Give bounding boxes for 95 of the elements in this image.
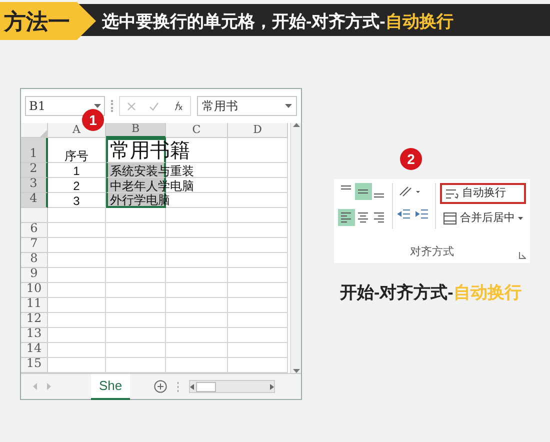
grid-cell[interactable]: [48, 238, 106, 253]
grid-cell[interactable]: [166, 283, 228, 298]
row-header[interactable]: 14: [21, 343, 48, 358]
grid-cell[interactable]: [48, 223, 106, 238]
grid-cell[interactable]: [166, 223, 228, 238]
grid-cell[interactable]: [106, 268, 166, 283]
grid-cell[interactable]: [48, 208, 106, 223]
banner-highlight: 自动换行: [385, 11, 454, 34]
cell-text: 2: [72, 180, 81, 192]
column-header[interactable]: D: [228, 123, 288, 138]
cancel-icon[interactable]: [126, 102, 136, 110]
caret-icon: [518, 217, 523, 220]
column-header[interactable]: B: [106, 123, 166, 138]
grid-cell[interactable]: [228, 178, 288, 193]
row-header[interactable]: 6: [21, 223, 48, 238]
grid-cell[interactable]: [106, 223, 166, 238]
grid-cell[interactable]: [166, 313, 228, 328]
row-header[interactable]: 15: [21, 358, 48, 373]
grid-cell[interactable]: [166, 238, 228, 253]
grid-cell[interactable]: [228, 253, 288, 268]
grid-cell[interactable]: [106, 343, 166, 358]
grid-cell[interactable]: [48, 268, 106, 283]
grid-cell[interactable]: [228, 343, 288, 358]
next-sheet-icon[interactable]: [47, 383, 51, 390]
grid-cell[interactable]: [228, 268, 288, 283]
grid-cell[interactable]: [228, 208, 288, 223]
column-header[interactable]: C: [166, 123, 228, 138]
row-header[interactable]: [21, 208, 48, 223]
cell-text: 3: [72, 195, 81, 207]
row-header[interactable]: 11: [21, 298, 48, 313]
grid-cell[interactable]: [228, 238, 288, 253]
horizontal-scrollbar[interactable]: [189, 380, 276, 393]
cell-text: 序号: [64, 150, 90, 162]
caption-highlight: 自动换行: [453, 282, 522, 304]
grid-cell[interactable]: [106, 298, 166, 313]
grid-cell[interactable]: [106, 238, 166, 253]
check-icon[interactable]: [148, 102, 159, 110]
align-left-icon[interactable]: [338, 209, 355, 226]
grip-icon: [177, 382, 180, 392]
row-header[interactable]: 4: [21, 193, 48, 208]
grid-cell[interactable]: [228, 298, 288, 313]
grid-cell[interactable]: [166, 253, 228, 268]
row-header[interactable]: 7: [21, 238, 48, 253]
grid-cell[interactable]: [106, 208, 166, 223]
grid-cell[interactable]: [48, 298, 106, 313]
sheet-tab[interactable]: She: [91, 374, 130, 400]
grid-cell[interactable]: [48, 328, 106, 343]
grid-cell[interactable]: [48, 283, 106, 298]
add-sheet-icon[interactable]: [154, 380, 168, 393]
grid-cell[interactable]: [228, 328, 288, 343]
merge-center-button[interactable]: 合并后居中: [440, 208, 526, 229]
grid-cell[interactable]: [106, 253, 166, 268]
row-header[interactable]: 8: [21, 253, 48, 268]
wrap-text-button[interactable]: 自动换行: [440, 183, 526, 204]
scroll-right-icon[interactable]: [270, 384, 274, 390]
formula-field[interactable]: 常用书: [197, 96, 297, 116]
grid-cell[interactable]: [48, 313, 106, 328]
grid-cell[interactable]: [228, 223, 288, 238]
grid-cell[interactable]: [166, 208, 228, 223]
grid-cell[interactable]: [166, 328, 228, 343]
grid-cell[interactable]: [48, 253, 106, 268]
vertical-scrollbar[interactable]: [290, 123, 301, 373]
grid-cell[interactable]: [228, 163, 288, 178]
grid-cell[interactable]: [228, 138, 288, 163]
grid-cell[interactable]: [106, 283, 166, 298]
scroll-up-icon[interactable]: [292, 123, 300, 127]
wrap-text-icon: [445, 188, 459, 200]
step-badge: 2: [400, 148, 422, 170]
row-header[interactable]: 12: [21, 313, 48, 328]
row-header[interactable]: 13: [21, 328, 48, 343]
grid-cell[interactable]: [228, 283, 288, 298]
row-header[interactable]: 10: [21, 283, 48, 298]
grid-cell[interactable]: [228, 193, 288, 208]
cell-text: 1: [72, 165, 81, 177]
banner-text: 选中要换行的单元格，开始-对齐方式-: [102, 11, 386, 34]
merge-cells-icon: [443, 212, 457, 225]
row-header[interactable]: 9: [21, 268, 48, 283]
grid-cell[interactable]: [166, 343, 228, 358]
function-icon[interactable]: [172, 101, 184, 111]
previous-sheet-icon[interactable]: [33, 383, 37, 390]
grid-cell[interactable]: [48, 343, 106, 358]
grid-cell[interactable]: [228, 313, 288, 328]
row-header[interactable]: 3: [21, 178, 48, 193]
caret-icon: [285, 104, 292, 108]
grid-cell[interactable]: [106, 313, 166, 328]
dialog-launcher-icon[interactable]: [519, 252, 526, 259]
method-tag: 方法一: [0, 2, 96, 40]
grid-cell[interactable]: [106, 328, 166, 343]
row-header[interactable]: 2: [21, 163, 48, 178]
align-middle-icon[interactable]: [354, 183, 372, 200]
row-header[interactable]: 1: [21, 138, 48, 163]
caption-text: 开始-对齐方式-: [340, 282, 454, 304]
grid-cell[interactable]: [166, 298, 228, 313]
grid-cell[interactable]: [166, 268, 228, 283]
group-label: 对齐方式: [410, 244, 454, 260]
